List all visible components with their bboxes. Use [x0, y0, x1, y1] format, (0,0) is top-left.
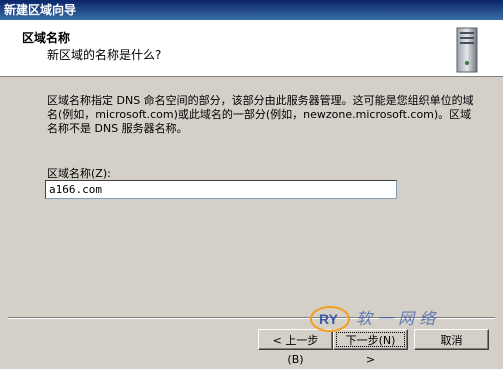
svg-text:RY: RY	[319, 311, 339, 327]
zone-description: 区域名称指定 DNS 命名空间的部分，该部分由此服务器管理。这可能是您组织单位的…	[47, 94, 474, 135]
page-subtitle: 新区域的名称是什么?	[47, 48, 162, 62]
page-title: 区域名称	[22, 31, 71, 45]
window-title: 新建区域向导	[0, 0, 503, 20]
server-icon	[456, 27, 478, 73]
watermark-text: 软 一 网 络	[356, 309, 436, 328]
zone-name-input[interactable]	[45, 180, 397, 199]
cancel-button[interactable]: 取消	[414, 329, 489, 350]
wizard-window: 新建区域向导 区域名称 新区域的名称是什么? 区域名称指定 DNS 命名空间的部…	[0, 0, 503, 366]
wizard-header: 区域名称 新区域的名称是什么?	[0, 20, 503, 77]
watermark-logo: RY	[310, 306, 350, 332]
zone-name-label: 区域名称(Z):	[47, 167, 111, 180]
